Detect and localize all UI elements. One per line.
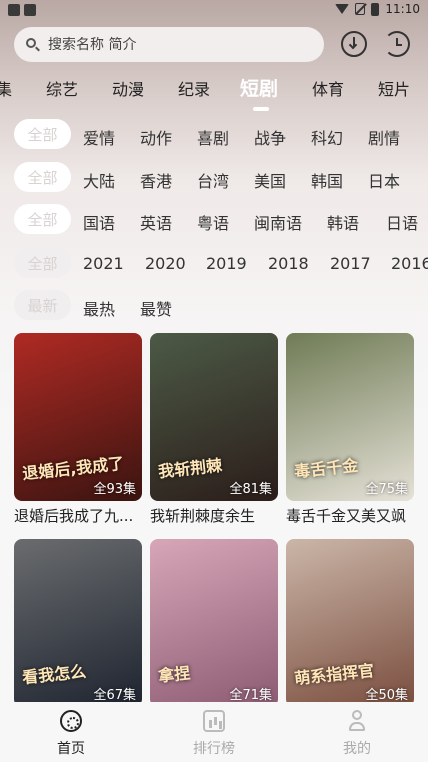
poster-title-art: 拿捏	[157, 663, 192, 686]
poster-image: 拿捏 全71集	[150, 539, 278, 707]
nav-label: 排行榜	[193, 741, 235, 757]
episode-count: 全50集	[365, 688, 408, 703]
filter-option[interactable]: 韩语	[327, 210, 359, 234]
filter-option[interactable]: 香港	[140, 168, 172, 192]
nav-profile[interactable]: 我的	[307, 702, 407, 762]
poster-image: 退婚后,我成了 全93集	[14, 333, 142, 501]
poster-title-art: 毒舌千金	[293, 455, 359, 482]
filter-option[interactable]: 2017	[330, 254, 371, 273]
poster-image: 毒舌千金 全75集	[286, 333, 414, 501]
filter-option[interactable]: 粤语	[197, 210, 229, 234]
status-time: 11:10	[385, 2, 420, 16]
filter-region: 全部 大陆 香港 台湾 美国 韩国 日本	[0, 162, 428, 194]
tab-variety[interactable]: 综艺	[46, 76, 78, 100]
tab-short-film[interactable]: 短片	[378, 76, 410, 100]
filter-sort: 最新 最热 最赞	[0, 290, 428, 322]
filter-all-chip[interactable]: 最新	[14, 290, 71, 320]
card-title: 我斩荆棘度余生	[150, 507, 256, 525]
active-tab-indicator	[253, 107, 269, 111]
history-icon[interactable]	[384, 31, 410, 57]
tab-sports[interactable]: 体育	[312, 76, 344, 100]
nav-ranking[interactable]: 排行榜	[164, 702, 264, 762]
filter-option[interactable]: 爱情	[83, 125, 115, 149]
filter-option[interactable]: 台湾	[197, 168, 229, 192]
filter-option[interactable]: 美国	[254, 168, 286, 192]
search-input[interactable]	[46, 35, 300, 54]
filter-option[interactable]: 2021	[83, 254, 124, 273]
filter-genre: 全部 爱情 动作 喜剧 战争 科幻 剧情	[0, 119, 428, 151]
filter-option[interactable]: 科幻	[311, 125, 343, 149]
wifi-icon	[335, 4, 350, 14]
download-icon[interactable]	[341, 31, 367, 57]
filter-year: 全部 2021 2020 2019 2018 2017 2016	[0, 248, 428, 280]
nav-label: 我的	[343, 741, 371, 757]
nav-home[interactable]: 首页	[21, 702, 121, 762]
search-icon	[26, 37, 40, 52]
card-title: 毒舌千金又美又飒	[286, 507, 407, 525]
no-sim-icon	[355, 3, 366, 15]
filter-option[interactable]: 国语	[83, 210, 115, 234]
episode-count: 全67集	[93, 688, 136, 703]
poster-title-art: 萌系指挥官	[293, 660, 375, 689]
episode-count: 全71集	[229, 688, 272, 703]
filter-option[interactable]: 韩国	[311, 168, 343, 192]
tab-partial[interactable]: 集	[0, 76, 12, 100]
filter-all-chip[interactable]: 全部	[14, 248, 71, 278]
filter-all-chip[interactable]: 全部	[14, 119, 71, 149]
battery-icon	[371, 2, 380, 16]
filter-option[interactable]: 最热	[83, 296, 115, 320]
poster-image: 萌系指挥官 全50集	[286, 539, 414, 707]
filter-option[interactable]: 日语	[386, 210, 418, 234]
category-tabs: 集 综艺 动漫 纪录 短剧 体育 短片	[0, 76, 428, 100]
notification-icon	[24, 4, 36, 16]
filter-option[interactable]: 日本	[368, 168, 400, 192]
filter-option[interactable]: 闽南语	[254, 210, 302, 234]
search-bar[interactable]	[14, 27, 324, 62]
filter-all-chip[interactable]: 全部	[14, 162, 71, 192]
episode-count: 全75集	[365, 482, 408, 497]
poster-title-art: 我斩荆棘	[157, 455, 223, 482]
tab-documentary[interactable]: 纪录	[178, 76, 210, 100]
poster-image: 看我怎么 全67集	[14, 539, 142, 707]
nav-label: 首页	[57, 741, 85, 757]
filter-option[interactable]: 战争	[254, 125, 286, 149]
filter-option[interactable]: 2018	[268, 254, 309, 273]
film-reel-icon	[60, 710, 82, 732]
filter-option[interactable]: 英语	[140, 210, 172, 234]
filter-option[interactable]: 喜剧	[197, 125, 229, 149]
filter-all-chip[interactable]: 全部	[14, 204, 71, 234]
episode-count: 全93集	[93, 482, 136, 497]
user-icon	[346, 710, 368, 732]
filter-option[interactable]: 剧情	[368, 125, 400, 149]
notification-icon	[8, 4, 20, 16]
filter-option[interactable]: 大陆	[83, 168, 115, 192]
tab-short-drama[interactable]: 短剧	[240, 74, 278, 101]
card-title: 退婚后我成了九...	[14, 507, 134, 525]
poster-title-art: 看我怎么	[21, 661, 87, 688]
ranking-icon	[203, 710, 225, 732]
episode-count: 全81集	[229, 482, 272, 497]
status-bar: 11:10	[0, 0, 428, 22]
filter-option[interactable]: 2019	[206, 254, 247, 273]
poster-image: 我斩荆棘 全81集	[150, 333, 278, 501]
filter-language: 全部 国语 英语 粤语 闽南语 韩语 日语	[0, 204, 428, 236]
filter-option[interactable]: 最赞	[140, 296, 172, 320]
filter-option[interactable]: 2016	[391, 254, 428, 273]
filter-option[interactable]: 2020	[145, 254, 186, 273]
tab-anime[interactable]: 动漫	[112, 76, 144, 100]
filter-option[interactable]: 动作	[140, 125, 172, 149]
bottom-navigation: 首页 排行榜 我的	[0, 702, 428, 762]
